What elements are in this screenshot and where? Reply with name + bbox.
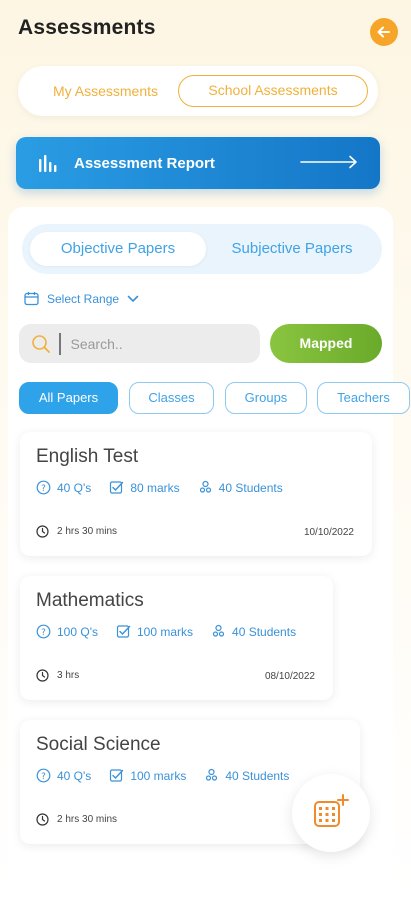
checkbox-icon — [110, 769, 124, 782]
assessment-tabs: My Assessments School Assessments — [18, 66, 378, 116]
bar-chart-icon — [39, 155, 57, 172]
add-assessment-fab[interactable] — [292, 774, 370, 852]
students-text: 40 Students — [218, 480, 283, 495]
clock-icon — [36, 813, 49, 826]
card-title: Mathematics — [36, 590, 144, 611]
select-range-dropdown[interactable]: Select Range — [24, 291, 139, 306]
question-icon: ? — [36, 480, 51, 495]
svg-text:?: ? — [41, 628, 46, 638]
students-count: 40 Students — [211, 624, 296, 639]
back-button[interactable] — [370, 18, 398, 46]
clock-icon — [36, 669, 49, 682]
card-date: 08/10/2022 — [264, 671, 315, 682]
students-icon — [199, 480, 211, 493]
search-icon — [32, 334, 50, 353]
assessment-card[interactable]: Mathematics ? 100 Q's 100 marks 40 Stude… — [20, 576, 333, 700]
tab-my-assessments[interactable]: My Assessments — [28, 75, 183, 107]
marks-count: 100 marks — [109, 768, 186, 783]
marks-text: 100 marks — [136, 624, 194, 639]
clock-icon — [36, 525, 49, 538]
card-duration: 3 hrs — [36, 669, 79, 682]
card-meta: ? 100 Q's 100 marks 40 Students — [36, 624, 314, 639]
card-duration: 2 hrs 30 mins — [36, 525, 117, 538]
students-count: 40 Students — [204, 768, 289, 783]
questions-text: 40 Q's — [57, 480, 92, 495]
arrow-right-icon — [300, 155, 357, 169]
assessment-card[interactable]: English Test ? 40 Q's 80 marks 40 Studen… — [20, 432, 372, 556]
duration-text: 2 hrs 30 mins — [57, 526, 118, 537]
chip-all-papers[interactable]: All Papers — [19, 382, 118, 414]
svg-text:?: ? — [41, 484, 46, 494]
questions-count: ? 40 Q's — [36, 768, 91, 783]
arrow-left-icon — [377, 26, 390, 38]
question-icon: ? — [36, 768, 51, 783]
questions-text: 100 Q's — [57, 624, 98, 639]
marks-count: 100 marks — [116, 624, 193, 639]
students-icon — [212, 624, 225, 637]
paper-tabs: Objective Papers Subjective Papers — [22, 224, 382, 274]
select-range-label: Select Range — [47, 291, 120, 306]
questions-count: ? 100 Q's — [36, 624, 98, 639]
tab-school-assessments[interactable]: School Assessments — [178, 75, 368, 107]
chip-teachers[interactable]: Teachers — [317, 382, 410, 414]
students-text: 40 Students — [225, 768, 290, 783]
checkbox-icon — [116, 625, 131, 638]
marks-text: 80 marks — [130, 480, 180, 495]
calendar-add-icon — [314, 794, 349, 827]
page-title: Assessments — [18, 16, 156, 39]
assessment-report-button[interactable]: Assessment Report — [16, 137, 380, 189]
card-title: English Test — [36, 446, 139, 467]
duration-text: 2 hrs 30 mins — [57, 814, 118, 825]
calendar-icon — [24, 292, 39, 306]
chip-classes[interactable]: Classes — [129, 382, 214, 414]
card-meta: ? 40 Q's 80 marks 40 Students — [36, 480, 301, 495]
questions-text: 40 Q's — [57, 768, 92, 783]
tab-objective-papers[interactable]: Objective Papers — [30, 232, 206, 266]
card-duration: 2 hrs 30 mins — [36, 813, 117, 826]
card-meta: ? 40 Q's 100 marks 40 Students — [36, 768, 307, 783]
card-date: 10/10/2022 — [303, 527, 354, 538]
students-count: 40 Students — [198, 480, 283, 495]
duration-text: 3 hrs — [57, 670, 80, 681]
marks-count: 80 marks — [109, 480, 180, 495]
tab-subjective-papers[interactable]: Subjective Papers — [212, 232, 372, 266]
assessment-report-label: Assessment Report — [74, 154, 215, 172]
marks-text: 100 marks — [130, 768, 187, 783]
questions-count: ? 40 Q's — [36, 480, 91, 495]
header: Assessments — [18, 16, 398, 48]
chevron-down-icon — [127, 295, 139, 302]
students-text: 40 Students — [232, 624, 297, 639]
question-icon: ? — [36, 624, 51, 639]
search-caret — [59, 332, 61, 355]
checkbox-icon — [110, 481, 124, 494]
search-input[interactable]: Search.. — [19, 324, 260, 363]
chip-groups[interactable]: Groups — [225, 382, 307, 414]
students-icon — [206, 768, 218, 781]
card-title: Social Science — [36, 734, 161, 755]
svg-text:?: ? — [41, 772, 46, 782]
search-placeholder: Search.. — [70, 335, 123, 352]
mapped-button[interactable]: Mapped — [270, 324, 382, 363]
